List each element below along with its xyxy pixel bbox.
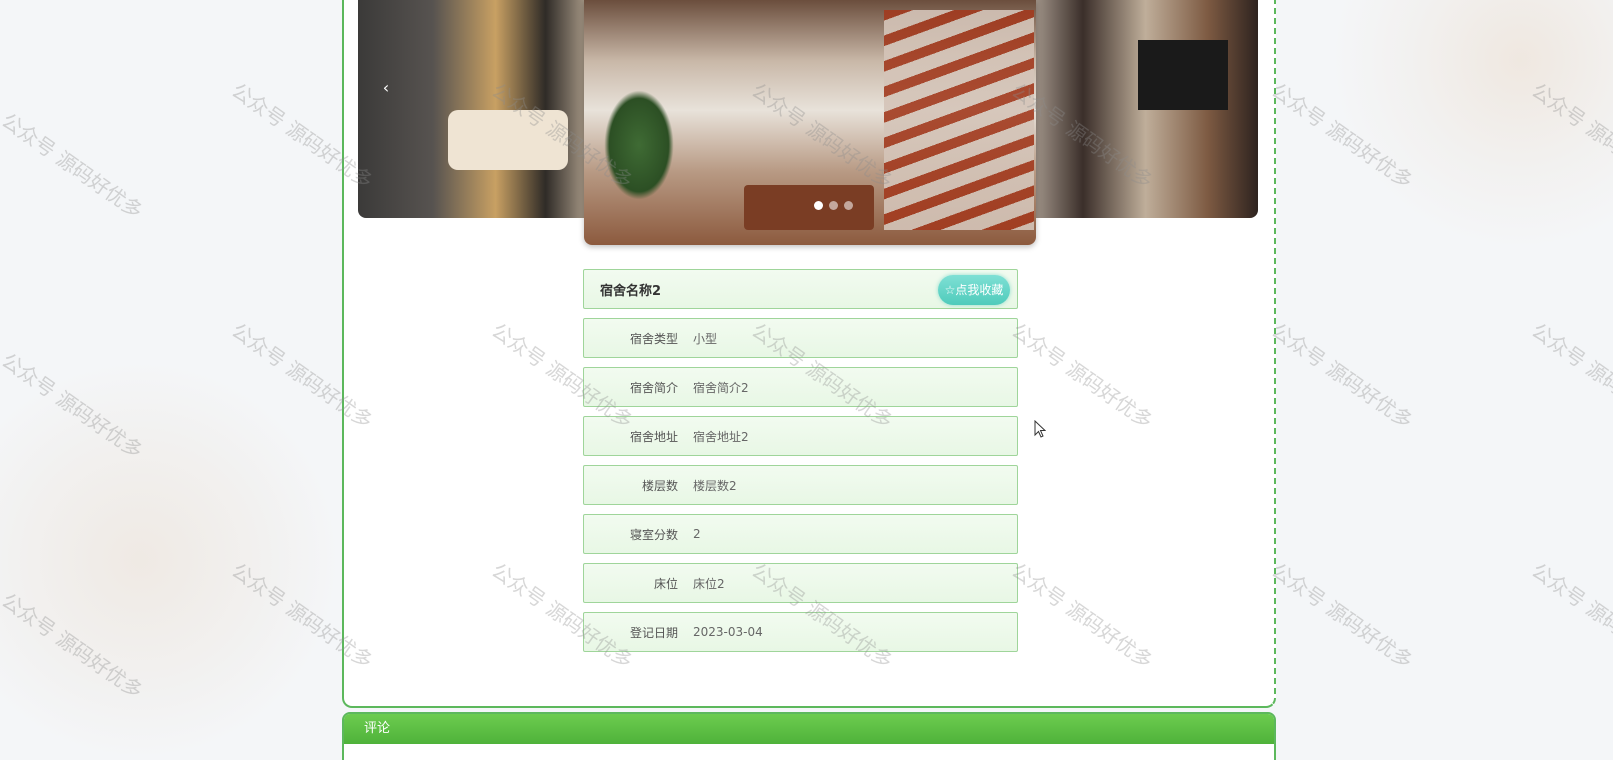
carousel-indicators (814, 201, 853, 210)
field-row-floors: 楼层数 楼层数2 (583, 465, 1018, 505)
field-label: 宿舍简介 (629, 380, 678, 395)
comments-panel: 评论 (342, 712, 1276, 760)
carousel-slide-active[interactable] (584, 0, 1036, 245)
dorm-title: 宿舍名称2 (600, 283, 662, 299)
watermark: 公众号 源码好优多 (1527, 78, 1613, 194)
slide-image-sofa (448, 110, 568, 170)
carousel-dot-1[interactable] (814, 201, 823, 210)
carousel-dot-2[interactable] (829, 201, 838, 210)
watermark: 公众号 源码好优多 (1267, 558, 1418, 674)
slide-image-plant (604, 90, 674, 200)
watermark: 公众号 源码好优多 (0, 588, 148, 704)
dorm-title-row: 宿舍名称2 ☆点我收藏 (583, 269, 1018, 309)
carousel-slide-next[interactable] (1008, 0, 1258, 218)
field-row-beds: 床位 床位2 (583, 563, 1018, 603)
favorite-button[interactable]: ☆点我收藏 (938, 275, 1010, 305)
field-value: 2 (693, 527, 701, 541)
watermark: 公众号 源码好优多 (1527, 558, 1613, 674)
watermark: 公众号 源码好优多 (1267, 78, 1418, 194)
carousel-dot-3[interactable] (844, 201, 853, 210)
mouse-cursor-icon (1034, 420, 1046, 438)
watermark: 公众号 源码好优多 (0, 348, 148, 464)
field-row-date: 登记日期 2023-03-04 (583, 612, 1018, 652)
dorm-info-list: 宿舍名称2 ☆点我收藏 宿舍类型 小型 宿舍简介 宿舍简介2 宿舍地址 宿舍地址… (583, 269, 1018, 661)
slide-image-stairs (884, 10, 1034, 230)
page: ‹ 宿舍名称2 ☆点我收藏 宿舍类型 小型 宿舍简介 宿舍简介2 宿舍地址 宿舍… (0, 0, 1613, 760)
field-value: 小型 (693, 331, 718, 346)
field-label: 宿舍类型 (629, 331, 678, 346)
field-value: 床位2 (693, 576, 725, 591)
field-value: 2023-03-04 (693, 625, 763, 639)
watermark: 公众号 源码好优多 (0, 108, 148, 224)
slide-image-table (744, 185, 874, 230)
image-carousel[interactable]: ‹ (358, 0, 1258, 245)
comments-header: 评论 (344, 714, 1274, 744)
field-label: 登记日期 (629, 625, 678, 640)
field-row-score: 寝室分数 2 (583, 514, 1018, 554)
field-value: 楼层数2 (693, 478, 737, 493)
field-label: 楼层数 (641, 478, 678, 493)
field-row-type: 宿舍类型 小型 (583, 318, 1018, 358)
field-row-address: 宿舍地址 宿舍地址2 (583, 416, 1018, 456)
field-value: 宿舍简介2 (693, 380, 749, 395)
watermark: 公众号 源码好优多 (1267, 318, 1418, 434)
watermark: 公众号 源码好优多 (1527, 318, 1613, 434)
field-row-intro: 宿舍简介 宿舍简介2 (583, 367, 1018, 407)
carousel-slide-prev[interactable] (358, 0, 608, 218)
field-value: 宿舍地址2 (693, 429, 749, 444)
carousel-prev-icon[interactable]: ‹ (376, 78, 396, 98)
field-label: 床位 (653, 576, 678, 591)
field-label: 宿舍地址 (629, 429, 678, 444)
field-label: 寝室分数 (629, 527, 678, 542)
slide-image-tv (1138, 40, 1228, 110)
